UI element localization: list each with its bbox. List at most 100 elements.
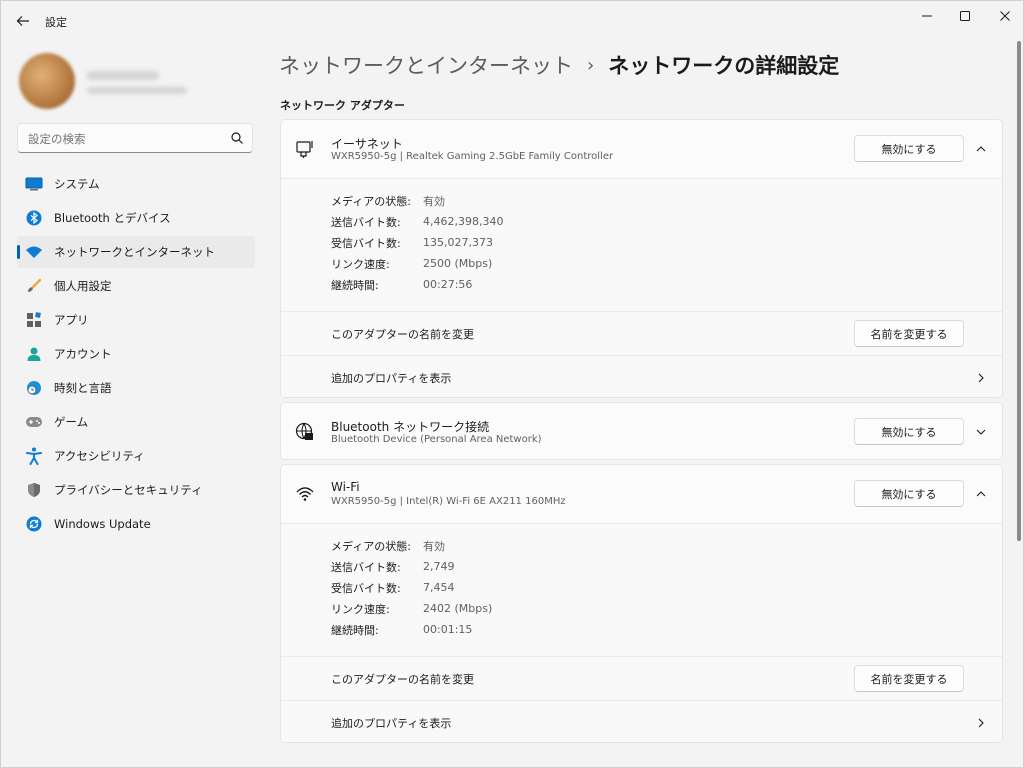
sidebar-item-bluetooth[interactable]: Bluetooth とデバイス [17,202,255,234]
view-properties-row[interactable]: 追加のプロパティを表示 [281,700,1002,742]
ethernet-icon [296,141,313,158]
sidebar-item-label: システム [54,177,100,191]
view-properties-label: 追加のプロパティを表示 [331,717,452,730]
detail-value: 有効 [423,194,445,208]
wifi-icon [25,243,43,261]
sidebar-item-time-language[interactable]: 時刻と言語 [17,372,255,404]
page-title: ネットワークの詳細設定 [608,54,840,78]
detail-value: 00:27:56 [423,278,473,291]
sidebar-item-label: アカウント [54,347,112,361]
rename-adapter-row: このアダプターの名前を変更 名前を変更する [281,656,1002,700]
bluetooth-icon [25,209,43,227]
sidebar-item-apps[interactable]: アプリ [17,304,255,336]
maximize-button[interactable] [945,1,985,31]
search-box[interactable] [17,123,253,153]
adapter-header[interactable]: イーサネット WXR5950-5g | Realtek Gaming 2.5Gb… [281,120,1002,178]
close-button[interactable] [985,1,1024,31]
scrollbar[interactable] [1017,41,1021,541]
rename-button[interactable]: 名前を変更する [854,665,964,692]
detail-row-media-state: メディアの状態: 有効 [331,190,445,211]
breadcrumb-parent-link[interactable]: ネットワークとインターネット [279,50,573,80]
account-email-blurred [87,87,187,94]
sidebar-item-network[interactable]: ネットワークとインターネット [17,236,255,268]
detail-row-bytes-received: 受信バイト数: 7,454 [331,577,455,598]
sidebar-item-gaming[interactable]: ゲーム [17,406,255,438]
adapter-description: Bluetooth Device (Personal Area Network) [331,434,542,445]
detail-value: 00:01:15 [423,623,473,636]
detail-label: リンク速度: [331,257,390,271]
nav-list: システム Bluetooth とデバイス ネットワークとインターネット 個人用設… [17,168,255,542]
settings-window: 設定 システム [0,0,1024,768]
sidebar-item-personalization[interactable]: 個人用設定 [17,270,255,302]
adapter-description: WXR5950-5g | Intel(R) Wi-Fi 6E AX211 160… [331,496,566,507]
disable-button[interactable]: 無効にする [854,418,964,445]
minimize-button[interactable] [907,1,947,31]
collapse-button[interactable] [973,486,989,502]
chevron-up-icon [976,491,986,497]
apps-icon [25,311,43,329]
detail-row-link-speed: リンク速度: 2500 (Mbps) [331,253,492,274]
expand-button[interactable] [973,424,989,440]
search-input[interactable] [28,130,218,148]
bluetooth-network-icon [295,422,313,440]
adapter-header[interactable]: Bluetooth ネットワーク接続 Bluetooth Device (Per… [281,403,1002,459]
app-title: 設定 [45,16,67,29]
rename-adapter-label: このアダプターの名前を変更 [331,328,474,341]
sidebar-item-system[interactable]: システム [17,168,255,200]
sidebar-item-label: ネットワークとインターネット [54,245,215,259]
windows-update-icon [25,515,43,533]
sidebar-item-label: Windows Update [54,517,151,531]
collapse-button[interactable] [973,141,989,157]
account-profile[interactable] [9,49,259,115]
adapter-name: Bluetooth ネットワーク接続 [331,420,490,434]
breadcrumb-separator: › [587,54,595,76]
adapter-description: WXR5950-5g | Realtek Gaming 2.5GbE Famil… [331,151,614,162]
detail-value: 4,462,398,340 [423,215,504,228]
sidebar-item-label: 時刻と言語 [54,381,112,395]
sidebar-item-label: 個人用設定 [54,279,112,293]
sidebar-item-privacy[interactable]: プライバシーとセキュリティ [17,474,255,506]
minimize-icon [922,15,932,17]
adapter-name: イーサネット [331,137,403,151]
gamepad-icon [25,413,43,431]
back-arrow-icon [16,16,29,26]
rename-button[interactable]: 名前を変更する [854,320,964,347]
detail-label: 継続時間: [331,278,379,292]
sidebar-item-windows-update[interactable]: Windows Update [17,508,255,540]
adapter-name: Wi-Fi [331,480,360,494]
chevron-right-icon [973,715,989,731]
detail-row-link-speed: リンク速度: 2402 (Mbps) [331,598,492,619]
detail-label: 受信バイト数: [331,236,401,250]
adapter-header[interactable]: Wi-Fi WXR5950-5g | Intel(R) Wi-Fi 6E AX2… [281,465,1002,523]
view-properties-label: 追加のプロパティを表示 [331,372,452,385]
detail-label: 送信バイト数: [331,560,401,574]
adapter-card-ethernet: イーサネット WXR5950-5g | Realtek Gaming 2.5Gb… [280,119,1003,398]
sidebar-item-label: アプリ [54,313,89,327]
detail-label: 送信バイト数: [331,215,401,229]
back-button[interactable] [11,9,35,33]
disable-button[interactable]: 無効にする [854,135,964,162]
account-name-blurred [87,71,159,80]
sidebar-item-accounts[interactable]: アカウント [17,338,255,370]
system-icon [25,175,43,193]
view-properties-row[interactable]: 追加のプロパティを表示 [281,355,1002,397]
accessibility-icon [25,447,43,465]
detail-value: 2500 (Mbps) [423,257,493,270]
sidebar-item-accessibility[interactable]: アクセシビリティ [17,440,255,472]
chevron-up-icon [976,146,986,152]
time-language-icon [25,379,43,397]
adapter-details: メディアの状態: 有効 送信バイト数: 2,749 受信バイト数: 7,454 … [281,523,1002,656]
detail-value: 135,027,373 [423,236,493,249]
detail-row-bytes-sent: 送信バイト数: 4,462,398,340 [331,211,503,232]
detail-label: 受信バイト数: [331,581,401,595]
account-icon [25,345,43,363]
brush-icon [25,277,43,295]
section-title: ネットワーク アダプター [280,99,405,112]
chevron-right-icon [973,370,989,386]
detail-value: 7,454 [423,581,455,594]
disable-button[interactable]: 無効にする [854,480,964,507]
sidebar: システム Bluetooth とデバイス ネットワークとインターネット 個人用設… [1,41,263,767]
breadcrumb: ネットワークとインターネット › ネットワークの詳細設定 [279,49,839,81]
detail-row-duration: 継続時間: 00:27:56 [331,274,472,295]
chevron-down-icon [976,429,986,435]
